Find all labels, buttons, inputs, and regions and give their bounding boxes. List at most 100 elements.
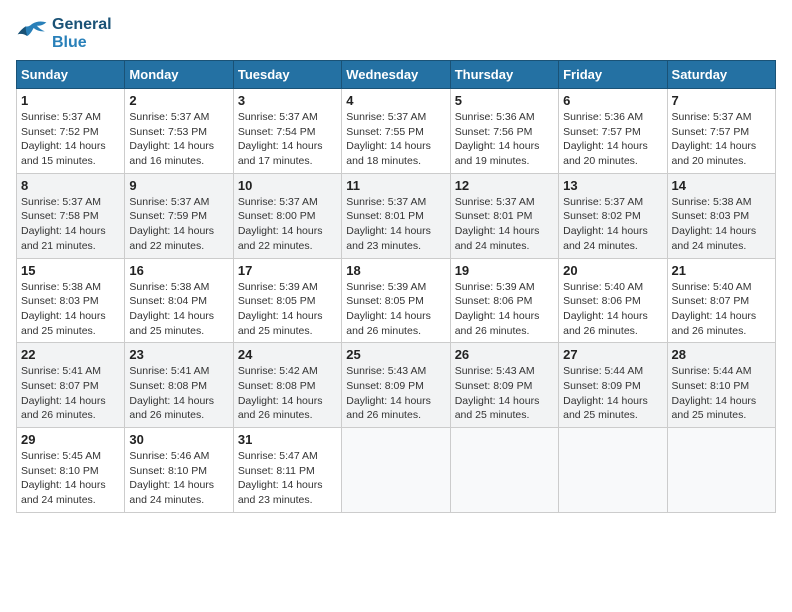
calendar-cell: 17 Sunrise: 5:39 AM Sunset: 8:05 PM Dayl… [233,258,341,343]
day-number: 10 [238,178,337,193]
calendar-week-1: 1 Sunrise: 5:37 AM Sunset: 7:52 PM Dayli… [17,89,776,174]
calendar-cell [667,428,775,513]
sunset-label: Sunset: 8:09 PM [455,380,533,392]
daylight-minutes: and 21 minutes. [21,240,96,252]
calendar-cell: 21 Sunrise: 5:40 AM Sunset: 8:07 PM Dayl… [667,258,775,343]
daylight-minutes: and 25 minutes. [455,409,530,421]
day-number: 5 [455,93,554,108]
daylight-label: Daylight: 14 hours [672,395,757,407]
sunset-label: Sunset: 8:02 PM [563,210,641,222]
sunrise-label: Sunrise: 5:41 AM [129,365,209,377]
day-info: Sunrise: 5:37 AM Sunset: 7:52 PM Dayligh… [21,110,120,169]
logo-icon [16,20,48,48]
day-number: 14 [672,178,771,193]
daylight-minutes: and 20 minutes. [672,155,747,167]
daylight-label: Daylight: 14 hours [346,310,431,322]
sunset-label: Sunset: 8:06 PM [563,295,641,307]
calendar-cell: 26 Sunrise: 5:43 AM Sunset: 8:09 PM Dayl… [450,343,558,428]
calendar-cell: 11 Sunrise: 5:37 AM Sunset: 8:01 PM Dayl… [342,173,450,258]
daylight-label: Daylight: 14 hours [238,395,323,407]
day-info: Sunrise: 5:43 AM Sunset: 8:09 PM Dayligh… [346,364,445,423]
daylight-minutes: and 24 minutes. [563,240,638,252]
sunrise-label: Sunrise: 5:41 AM [21,365,101,377]
day-info: Sunrise: 5:41 AM Sunset: 8:08 PM Dayligh… [129,364,228,423]
calendar-cell [342,428,450,513]
sunset-label: Sunset: 7:53 PM [129,126,207,138]
daylight-label: Daylight: 14 hours [563,395,648,407]
calendar-cell: 7 Sunrise: 5:37 AM Sunset: 7:57 PM Dayli… [667,89,775,174]
daylight-minutes: and 18 minutes. [346,155,421,167]
daylight-label: Daylight: 14 hours [21,479,106,491]
daylight-label: Daylight: 14 hours [563,140,648,152]
sunset-label: Sunset: 7:56 PM [455,126,533,138]
sunrise-label: Sunrise: 5:37 AM [346,111,426,123]
calendar-cell: 9 Sunrise: 5:37 AM Sunset: 7:59 PM Dayli… [125,173,233,258]
day-number: 6 [563,93,662,108]
daylight-minutes: and 25 minutes. [238,325,313,337]
calendar-cell: 4 Sunrise: 5:37 AM Sunset: 7:55 PM Dayli… [342,89,450,174]
daylight-label: Daylight: 14 hours [21,310,106,322]
day-number: 31 [238,432,337,447]
weekday-header-saturday: Saturday [667,61,775,89]
sunrise-label: Sunrise: 5:43 AM [346,365,426,377]
sunrise-label: Sunrise: 5:37 AM [129,111,209,123]
calendar-cell: 18 Sunrise: 5:39 AM Sunset: 8:05 PM Dayl… [342,258,450,343]
calendar-cell: 22 Sunrise: 5:41 AM Sunset: 8:07 PM Dayl… [17,343,125,428]
day-number: 15 [21,263,120,278]
sunset-label: Sunset: 7:52 PM [21,126,99,138]
sunrise-label: Sunrise: 5:37 AM [21,111,101,123]
daylight-minutes: and 26 minutes. [238,409,313,421]
daylight-label: Daylight: 14 hours [672,225,757,237]
day-info: Sunrise: 5:40 AM Sunset: 8:06 PM Dayligh… [563,280,662,339]
sunset-label: Sunset: 7:55 PM [346,126,424,138]
weekday-header-thursday: Thursday [450,61,558,89]
sunrise-label: Sunrise: 5:44 AM [672,365,752,377]
sunset-label: Sunset: 8:03 PM [672,210,750,222]
day-info: Sunrise: 5:39 AM Sunset: 8:06 PM Dayligh… [455,280,554,339]
calendar-cell: 24 Sunrise: 5:42 AM Sunset: 8:08 PM Dayl… [233,343,341,428]
sunrise-label: Sunrise: 5:39 AM [455,281,535,293]
daylight-minutes: and 26 minutes. [563,325,638,337]
daylight-minutes: and 25 minutes. [672,409,747,421]
sunrise-label: Sunrise: 5:36 AM [455,111,535,123]
daylight-minutes: and 17 minutes. [238,155,313,167]
sunset-label: Sunset: 7:57 PM [672,126,750,138]
calendar-cell: 10 Sunrise: 5:37 AM Sunset: 8:00 PM Dayl… [233,173,341,258]
sunset-label: Sunset: 8:09 PM [563,380,641,392]
calendar-cell: 8 Sunrise: 5:37 AM Sunset: 7:58 PM Dayli… [17,173,125,258]
sunset-label: Sunset: 8:01 PM [346,210,424,222]
day-number: 20 [563,263,662,278]
weekday-header-friday: Friday [559,61,667,89]
daylight-label: Daylight: 14 hours [672,140,757,152]
daylight-label: Daylight: 14 hours [455,310,540,322]
sunset-label: Sunset: 8:10 PM [672,380,750,392]
daylight-minutes: and 26 minutes. [346,409,421,421]
sunset-label: Sunset: 8:07 PM [21,380,99,392]
daylight-label: Daylight: 14 hours [346,225,431,237]
daylight-minutes: and 26 minutes. [346,325,421,337]
sunset-label: Sunset: 8:01 PM [455,210,533,222]
day-number: 4 [346,93,445,108]
daylight-label: Daylight: 14 hours [455,225,540,237]
calendar-cell: 15 Sunrise: 5:38 AM Sunset: 8:03 PM Dayl… [17,258,125,343]
day-number: 18 [346,263,445,278]
daylight-label: Daylight: 14 hours [129,225,214,237]
sunset-label: Sunset: 8:07 PM [672,295,750,307]
weekday-header-tuesday: Tuesday [233,61,341,89]
day-info: Sunrise: 5:36 AM Sunset: 7:56 PM Dayligh… [455,110,554,169]
sunrise-label: Sunrise: 5:37 AM [129,196,209,208]
day-info: Sunrise: 5:37 AM Sunset: 8:00 PM Dayligh… [238,195,337,254]
day-info: Sunrise: 5:37 AM Sunset: 7:58 PM Dayligh… [21,195,120,254]
daylight-label: Daylight: 14 hours [346,395,431,407]
daylight-label: Daylight: 14 hours [455,140,540,152]
calendar-week-3: 15 Sunrise: 5:38 AM Sunset: 8:03 PM Dayl… [17,258,776,343]
daylight-label: Daylight: 14 hours [563,310,648,322]
day-info: Sunrise: 5:44 AM Sunset: 8:09 PM Dayligh… [563,364,662,423]
day-number: 25 [346,347,445,362]
daylight-minutes: and 25 minutes. [129,325,204,337]
weekday-header-wednesday: Wednesday [342,61,450,89]
calendar-week-4: 22 Sunrise: 5:41 AM Sunset: 8:07 PM Dayl… [17,343,776,428]
day-number: 22 [21,347,120,362]
day-number: 7 [672,93,771,108]
day-info: Sunrise: 5:37 AM Sunset: 7:54 PM Dayligh… [238,110,337,169]
